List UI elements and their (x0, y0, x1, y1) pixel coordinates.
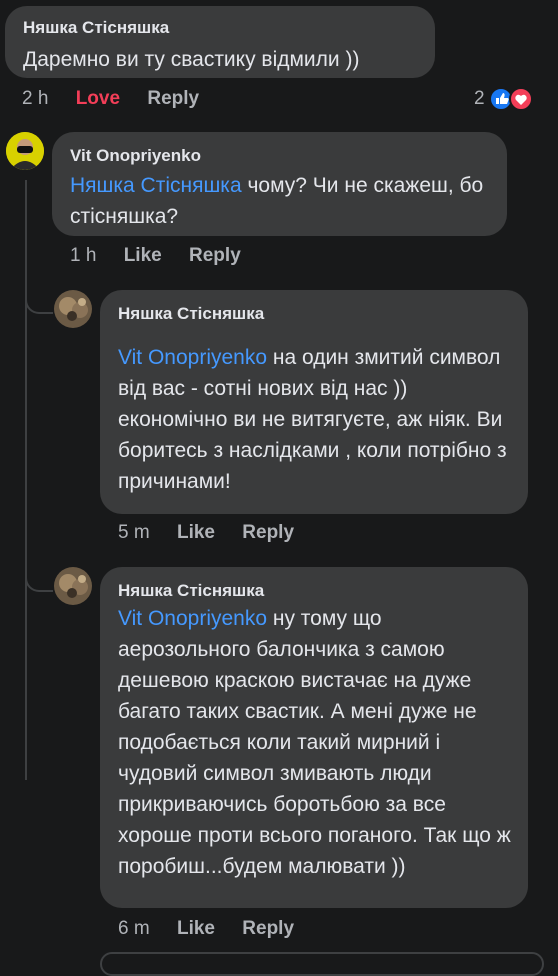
comment-actions: 6 m Like Reply (118, 918, 316, 940)
mention-link[interactable]: Vit Onopriyenko (118, 607, 267, 630)
comment-bubble: Vit Onopriyenko Няшка Стісняшка чому? Чи… (52, 132, 507, 236)
comment-text: Няшка Стісняшка чому? Чи не скажеш, бо с… (70, 170, 500, 232)
comment-time[interactable]: 1 h (70, 245, 96, 266)
comment-author[interactable]: Няшка Стісняшка (118, 581, 264, 601)
mention-link[interactable]: Vit Onopriyenko (118, 346, 267, 369)
comment-author[interactable]: Няшка Стісняшка (23, 18, 169, 38)
love-reaction-button[interactable]: Love (76, 88, 120, 109)
like-love-icons (488, 87, 533, 111)
comment-actions: 2 h Love Reply (22, 88, 221, 110)
thread-line (25, 180, 27, 780)
comment-text: Vit Onopriyenko на один змитий символ ві… (118, 342, 518, 497)
reaction-count: 2 (474, 88, 485, 109)
comment-actions: 1 h Like Reply (70, 245, 263, 267)
reply-button[interactable]: Reply (189, 245, 241, 266)
avatar-image (54, 290, 92, 328)
comment-bubble: Няшка Стісняшка Vit Onopriyenko ну тому … (100, 567, 528, 908)
comment-author[interactable]: Няшка Стісняшка (118, 304, 264, 324)
avatar-image (6, 132, 44, 170)
avatar-nyashka[interactable] (54, 290, 92, 328)
comment-text: Vit Onopriyenko ну тому що аерозольного … (118, 603, 518, 882)
thread-connector (25, 282, 53, 314)
reply-button[interactable]: Reply (242, 918, 294, 939)
comment-bubble: Няшка Стісняшка Даремно ви ту свастику в… (5, 6, 435, 78)
thread-connector (25, 560, 53, 592)
comment-time[interactable]: 6 m (118, 918, 150, 939)
like-button[interactable]: Like (177, 522, 215, 543)
avatar-vit[interactable] (6, 132, 44, 170)
avatar-nyashka[interactable] (54, 567, 92, 605)
mention-link[interactable]: Няшка Стісняшка (70, 174, 242, 197)
comment-author[interactable]: Vit Onopriyenko (70, 146, 201, 166)
comment-text: Даремно ви ту свастику відмили )) (23, 48, 360, 71)
avatar-image (54, 567, 92, 605)
next-comment-edge (100, 952, 544, 976)
comment-bubble: Няшка Стісняшка Vit Onopriyenko на один … (100, 290, 528, 514)
like-button[interactable]: Like (177, 918, 215, 939)
comment-body: ну тому що аерозольного балончика з само… (118, 607, 511, 878)
reaction-summary[interactable]: 2 (474, 86, 537, 112)
comment-time[interactable]: 2 h (22, 88, 48, 109)
like-button[interactable]: Like (124, 245, 162, 266)
comment-actions: 5 m Like Reply (118, 522, 316, 544)
reply-button[interactable]: Reply (147, 88, 199, 109)
comment-time[interactable]: 5 m (118, 522, 150, 543)
reply-button[interactable]: Reply (242, 522, 294, 543)
